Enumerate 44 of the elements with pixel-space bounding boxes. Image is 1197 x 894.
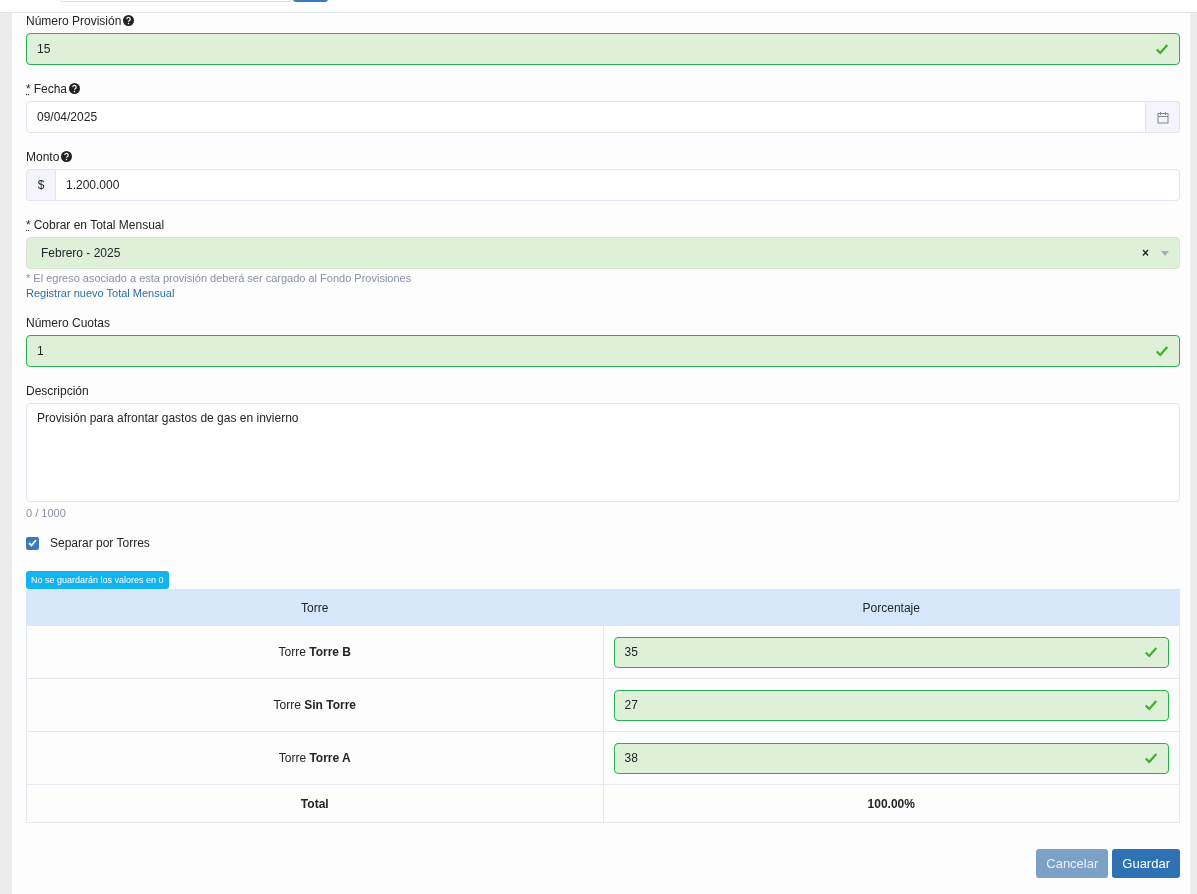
- field-label: Fecha: [33, 82, 68, 96]
- checkbox[interactable]: [26, 536, 39, 550]
- calendar-icon: [1156, 110, 1169, 124]
- field-label: Número Provisión: [26, 14, 122, 28]
- date-field[interactable]: 09/04/2025: [26, 101, 1146, 133]
- field-label: Número Cuotas: [26, 316, 111, 330]
- help-icon[interactable]: [61, 151, 73, 162]
- field-label: Cobrar en Total Mensual: [33, 218, 165, 232]
- column-header: Porcentaje: [603, 589, 1180, 626]
- field-label: Descripción: [26, 384, 89, 398]
- check-icon: [1144, 645, 1158, 659]
- help-icon[interactable]: [69, 83, 81, 94]
- percentage-field[interactable]: 38: [613, 742, 1169, 774]
- register-link[interactable]: Registrar nuevo Total Mensual: [26, 287, 175, 299]
- description-field[interactable]: Provisión para afrontar gastos de gas en invierno: [26, 403, 1180, 502]
- amount-field[interactable]: 1.200.000: [55, 169, 1180, 201]
- notice-badge: No se guardarán los valores en 0: [26, 571, 169, 589]
- table-cell: Torre Torre A: [26, 731, 603, 785]
- check-icon: [1155, 42, 1169, 56]
- calendar-button[interactable]: [1146, 101, 1180, 133]
- check-icon: [1144, 751, 1158, 765]
- check-icon: [1155, 344, 1169, 358]
- column-header: Torre: [26, 589, 603, 626]
- required-mark: *: [26, 218, 31, 232]
- table-cell: Torre Torre B: [26, 625, 603, 679]
- save-button[interactable]: Guardar: [1112, 849, 1180, 878]
- table-cell: Torre Sin Torre: [26, 678, 603, 732]
- percentage-field[interactable]: 35: [613, 636, 1169, 668]
- character-counter: 0 / 1000: [26, 506, 67, 521]
- hint-text: * El egreso asociado a esta provisión deberá ser cargado al Fondo Provisiones: [26, 271, 413, 286]
- check-icon: [1144, 698, 1158, 712]
- field-label: Monto: [26, 150, 60, 164]
- dropdown-caret-icon: [1161, 250, 1169, 256]
- text-field[interactable]: 1: [26, 335, 1180, 367]
- currency-prefix: $: [26, 169, 55, 201]
- text-field[interactable]: 15: [26, 33, 1180, 65]
- clear-button[interactable]: ×: [1142, 245, 1149, 261]
- help-icon[interactable]: [123, 15, 135, 26]
- table-cell: Total: [26, 784, 603, 823]
- month-select[interactable]: Febrero - 2025 ×: [26, 237, 1180, 269]
- table-cell: 100.00%: [603, 784, 1180, 823]
- percentage-field[interactable]: 27: [613, 689, 1169, 721]
- checkbox-label: Separar por Torres: [50, 535, 150, 551]
- required-mark: *: [26, 82, 31, 96]
